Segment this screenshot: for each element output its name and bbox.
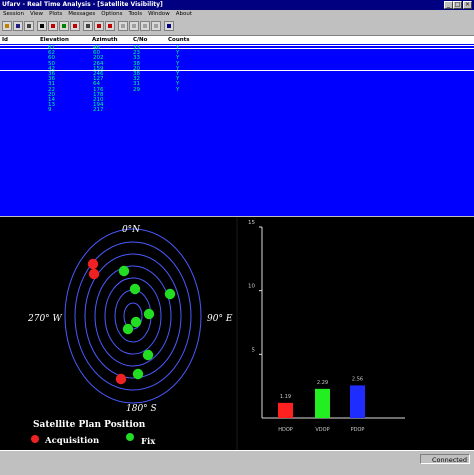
elevation-ring: [94, 265, 172, 367]
bar-value-label: 2.56: [352, 376, 363, 382]
blank-icon: [121, 24, 125, 28]
minimize-button[interactable]: _: [444, 1, 453, 9]
menu-item-session[interactable]: Session: [3, 11, 24, 17]
fix-satellite-marker: [129, 283, 141, 295]
save-icon: [16, 24, 20, 28]
window-title: Ufarv - Real Time Analysis - [Satellite …: [2, 1, 163, 8]
toolbar-button-help[interactable]: [164, 21, 174, 31]
fix-satellite-marker: [130, 316, 142, 328]
y-tick-label: 15: [248, 220, 255, 226]
legend-title: Satellite Plan Position: [33, 420, 146, 430]
legend-fix-label: Fix: [141, 437, 156, 447]
toolbar-button-blank[interactable]: [118, 21, 128, 31]
list-icon: [86, 24, 90, 28]
satellite-icon: [62, 24, 66, 28]
toolbar-button-antenna[interactable]: [48, 21, 58, 31]
table-cell: Y: [176, 86, 180, 93]
table-cell: 9: [48, 107, 52, 114]
pin-icon: [108, 24, 112, 28]
legend-acquisition-label: Acquisition: [44, 436, 99, 446]
toolbar-button-pointer[interactable]: [37, 21, 47, 31]
menu-item-options[interactable]: Options: [101, 11, 122, 17]
fix-satellite-marker: [118, 265, 130, 277]
print-icon: [27, 24, 31, 28]
toolbar-button-print[interactable]: [24, 21, 34, 31]
column-header-elevation[interactable]: Elevation: [40, 36, 69, 44]
title-bar: Ufarv - Real Time Analysis - [Satellite …: [0, 0, 474, 10]
plots-svg: 0°N 180° S 270° W 90° E Satellite Plan Posit…: [27, 217, 405, 450]
toolbar-button-satellite[interactable]: [59, 21, 69, 31]
blank-icon: [132, 24, 136, 28]
plots-area: 0°N 180° S 270° W 90° E Satellite Plan Posit…: [0, 217, 474, 450]
south-label: 180° S: [126, 404, 157, 414]
fix-legend-icon: [126, 433, 134, 441]
maximize-button[interactable]: □: [453, 1, 462, 9]
west-label: 270° W: [27, 314, 63, 324]
blank-icon: [143, 24, 147, 28]
column-header-azimuth[interactable]: Azimuth: [92, 36, 118, 44]
menu-item-plots[interactable]: Plots: [49, 11, 62, 17]
fix-satellite-marker: [122, 323, 134, 335]
close-button[interactable]: ×: [463, 1, 472, 9]
toolbar-button-blank[interactable]: [140, 21, 150, 31]
category-label: VDOP: [315, 427, 329, 433]
category-label: PDOP: [351, 427, 365, 433]
menu-item-view[interactable]: View: [30, 11, 43, 17]
selection-line: [0, 48, 474, 49]
acquisition-satellite-marker: [88, 268, 100, 280]
north-label: 0°N: [122, 225, 141, 235]
fix-satellite-marker: [142, 349, 154, 361]
menu-bar: Session View Plots Messages Options Tools Wind…: [0, 10, 474, 18]
satellite-table: Id Elevation Azimuth C/No Counts 67 48 33 Y 62 60…: [0, 36, 474, 216]
column-header-cno[interactable]: C/No: [133, 36, 147, 44]
y-tick-label: 5: [252, 347, 256, 353]
toolbar-button-pin[interactable]: [105, 21, 115, 31]
category-label: HDOP: [278, 427, 293, 433]
antenna-icon: [51, 24, 55, 28]
bar-pdop: [350, 385, 365, 418]
bar-value-label: 2.29: [317, 380, 328, 386]
fix-satellite-marker: [164, 288, 176, 300]
column-header-counts[interactable]: Counts: [168, 36, 190, 44]
fix-satellite-marker: [132, 368, 144, 380]
bar-vdop: [315, 388, 330, 418]
toolbar: [0, 18, 474, 36]
toolbar-button-record[interactable]: [70, 21, 80, 31]
toolbar-button-save[interactable]: [13, 21, 23, 31]
status-bar: Connected: [0, 450, 474, 475]
toolbar-button-stop[interactable]: [94, 21, 104, 31]
pointer-icon: [40, 24, 44, 28]
menu-item-about[interactable]: About: [176, 11, 192, 17]
menu-item-window[interactable]: Window: [148, 11, 170, 17]
fix-satellite-marker: [143, 308, 155, 320]
east-label: 90° E: [207, 314, 233, 324]
toolbar-button-list[interactable]: [83, 21, 93, 31]
bar-hdop: [278, 402, 293, 418]
menu-item-tools[interactable]: Tools: [129, 11, 143, 17]
elevation-ring: [84, 253, 182, 379]
acquisition-legend-icon: [31, 435, 39, 443]
table-cell: 29: [133, 86, 140, 93]
table-cell: 217: [93, 107, 104, 114]
connection-status: Connected: [420, 454, 470, 464]
stop-icon: [97, 24, 101, 28]
bar-value-label: 1.19: [280, 394, 291, 400]
blank-icon: [154, 24, 158, 28]
open-icon: [5, 24, 9, 28]
toolbar-button-blank[interactable]: [129, 21, 139, 31]
record-icon: [73, 24, 77, 28]
acquisition-satellite-marker: [115, 373, 127, 385]
acquisition-satellite-marker: [87, 258, 99, 270]
column-header-id[interactable]: Id: [2, 36, 8, 44]
selection-line: [0, 45, 474, 46]
toolbar-button-open[interactable]: [2, 21, 12, 31]
y-tick-label: 10: [248, 284, 255, 290]
help-icon: [167, 24, 171, 28]
toolbar-button-blank[interactable]: [151, 21, 161, 31]
table-header: Id Elevation Azimuth C/No Counts: [0, 36, 474, 44]
selection-line: [0, 70, 474, 71]
menu-item-messages[interactable]: Messages: [68, 11, 95, 17]
